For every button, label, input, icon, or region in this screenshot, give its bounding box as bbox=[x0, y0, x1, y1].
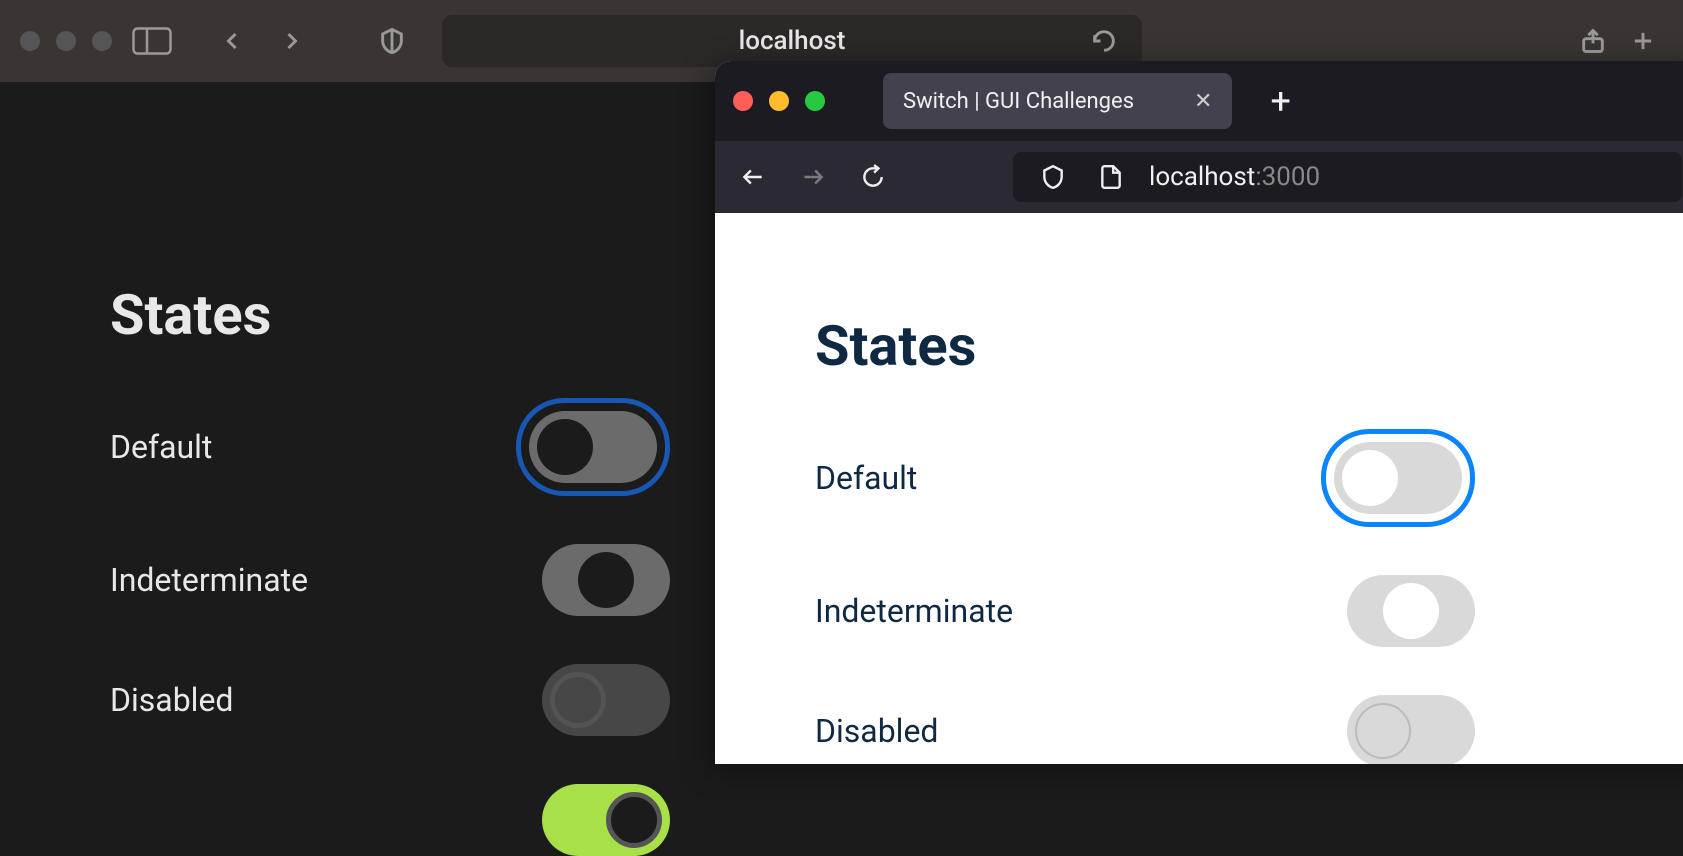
switch-row-indeterminate: Indeterminate bbox=[110, 544, 670, 616]
url-port: :3000 bbox=[1255, 162, 1320, 192]
switch-disabled bbox=[1347, 695, 1475, 764]
switch-thumb bbox=[1342, 450, 1398, 506]
url-host: localhost bbox=[1149, 162, 1255, 192]
switch-thumb bbox=[1383, 583, 1439, 639]
firefox-window: Switch | GUI Challenges ✕ + localhost:30… bbox=[715, 61, 1683, 764]
page-heading: States bbox=[815, 313, 1600, 379]
maximize-window-button[interactable] bbox=[805, 91, 825, 111]
switch-row-default: Default bbox=[815, 429, 1475, 527]
switch-focus-ring bbox=[1321, 429, 1475, 527]
firefox-toolbar: localhost:3000 bbox=[715, 141, 1683, 213]
switch-label: Default bbox=[110, 428, 212, 466]
switch-thumb bbox=[537, 419, 593, 475]
switch-default[interactable] bbox=[529, 411, 657, 483]
close-window-button[interactable] bbox=[733, 91, 753, 111]
shield-icon[interactable] bbox=[1033, 157, 1073, 197]
switch-disabled bbox=[542, 664, 670, 736]
back-button[interactable] bbox=[733, 157, 773, 197]
firefox-tab-bar: Switch | GUI Challenges ✕ + bbox=[715, 61, 1683, 141]
switch-thumb bbox=[550, 672, 606, 728]
switch-checked[interactable] bbox=[542, 784, 670, 856]
switch-row-indeterminate: Indeterminate bbox=[815, 575, 1475, 647]
switch-thumb bbox=[1355, 703, 1411, 759]
forward-button bbox=[793, 157, 833, 197]
switch-label: Disabled bbox=[815, 712, 938, 750]
switch-row-checked-partial bbox=[110, 784, 670, 856]
switch-row-disabled: Disabled bbox=[815, 695, 1475, 764]
tab-title: Switch | GUI Challenges bbox=[903, 89, 1134, 114]
switch-indeterminate[interactable] bbox=[542, 544, 670, 616]
switch-label: Default bbox=[815, 459, 917, 497]
switch-label: Disabled bbox=[110, 681, 233, 719]
page-icon bbox=[1091, 157, 1131, 197]
safari-url-text: localhost bbox=[739, 26, 846, 56]
new-tab-button[interactable]: + bbox=[1270, 83, 1290, 119]
switch-label: Indeterminate bbox=[815, 592, 1013, 630]
minimize-window-button[interactable] bbox=[769, 91, 789, 111]
safari-nav-group bbox=[212, 21, 312, 61]
switch-indeterminate[interactable] bbox=[1347, 575, 1475, 647]
firefox-page-content: States Default Indeterminate Disabled bbox=[715, 213, 1683, 764]
url-host-text: localhost:3000 bbox=[1149, 162, 1320, 192]
privacy-shield-icon[interactable] bbox=[372, 21, 412, 61]
reload-button[interactable] bbox=[1084, 21, 1124, 61]
close-tab-icon[interactable]: ✕ bbox=[1194, 89, 1212, 114]
switch-thumb bbox=[606, 792, 662, 848]
switch-focus-ring bbox=[516, 398, 670, 496]
switch-row-default: Default bbox=[110, 398, 670, 496]
switch-row-disabled: Disabled bbox=[110, 664, 670, 736]
switch-label: Indeterminate bbox=[110, 561, 308, 599]
close-window-button[interactable] bbox=[20, 31, 40, 51]
sidebar-toggle-button[interactable] bbox=[132, 21, 172, 61]
browser-tab[interactable]: Switch | GUI Challenges ✕ bbox=[883, 73, 1232, 129]
forward-button[interactable] bbox=[272, 21, 312, 61]
switch-thumb bbox=[578, 552, 634, 608]
safari-right-controls bbox=[1573, 21, 1663, 61]
reload-button[interactable] bbox=[853, 157, 893, 197]
share-button[interactable] bbox=[1573, 21, 1613, 61]
firefox-url-bar[interactable]: localhost:3000 bbox=[1013, 152, 1682, 202]
back-button[interactable] bbox=[212, 21, 252, 61]
safari-traffic-lights bbox=[20, 31, 112, 51]
safari-url-bar[interactable]: localhost bbox=[442, 15, 1142, 67]
minimize-window-button[interactable] bbox=[56, 31, 76, 51]
switch-default[interactable] bbox=[1334, 442, 1462, 514]
new-tab-button[interactable] bbox=[1623, 21, 1663, 61]
maximize-window-button[interactable] bbox=[92, 31, 112, 51]
firefox-traffic-lights bbox=[733, 91, 825, 111]
